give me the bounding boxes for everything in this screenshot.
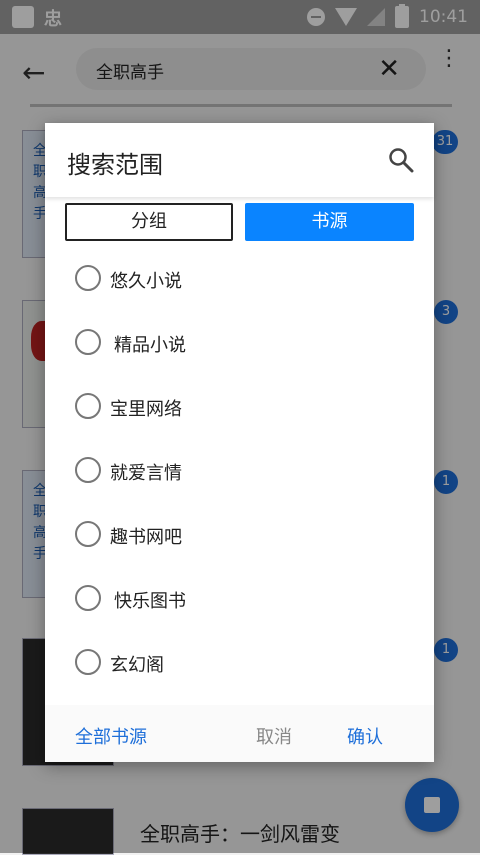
source-option-label: 就爱言情: [110, 463, 182, 484]
radio-unchecked-icon[interactable]: [75, 649, 101, 675]
source-option-label: 趣书网吧: [110, 527, 182, 548]
source-option[interactable]: 悠久小说: [45, 247, 434, 311]
source-option[interactable]: 宝里网络: [45, 375, 434, 439]
search-icon[interactable]: [388, 147, 414, 173]
dialog-header: 搜索范围: [45, 123, 434, 197]
source-option[interactable]: 趣书网吧: [45, 503, 434, 567]
source-option-label: 玄幻阁: [110, 655, 164, 676]
source-option-label: 快乐图书: [114, 591, 186, 612]
dialog-footer: 全部书源 取消 确认: [45, 705, 434, 762]
all-sources-button[interactable]: 全部书源: [75, 723, 147, 749]
tab-source[interactable]: 书源: [245, 203, 414, 241]
source-option-label: 精品小说: [114, 335, 186, 356]
dialog-title: 搜索范围: [67, 151, 163, 179]
source-option-label: 悠久小说: [110, 271, 182, 292]
source-option-label: 宝里网络: [110, 399, 182, 420]
radio-unchecked-icon[interactable]: [75, 457, 101, 483]
radio-unchecked-icon[interactable]: [75, 329, 101, 355]
source-option[interactable]: 精品小说: [45, 311, 434, 375]
cancel-button[interactable]: 取消: [256, 723, 292, 749]
radio-unchecked-icon[interactable]: [75, 521, 101, 547]
source-option[interactable]: 就爱言情: [45, 439, 434, 503]
confirm-button[interactable]: 确认: [347, 723, 383, 749]
radio-unchecked-icon[interactable]: [75, 265, 101, 291]
tab-group[interactable]: 分组: [65, 203, 233, 241]
radio-unchecked-icon[interactable]: [75, 585, 101, 611]
radio-unchecked-icon[interactable]: [75, 393, 101, 419]
source-option[interactable]: 快乐图书: [45, 567, 434, 631]
search-scope-dialog: 搜索范围 分组 书源 悠久小说 精品小说 宝里网络 就爱言情 趣书网吧 快乐图书…: [45, 123, 434, 762]
source-option[interactable]: 玄幻阁: [45, 631, 434, 695]
